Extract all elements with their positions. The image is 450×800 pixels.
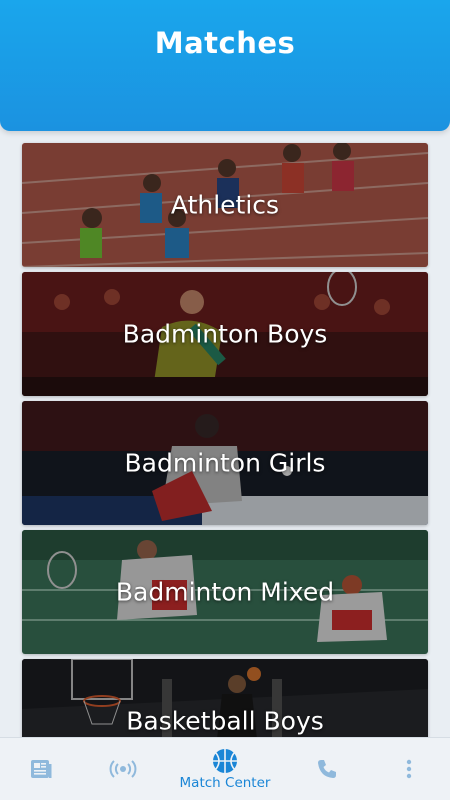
page-title: Matches <box>154 26 296 60</box>
news-icon <box>30 759 52 779</box>
sport-card-label: Basketball Boys <box>126 706 324 736</box>
nav-item-contact[interactable] <box>304 738 350 800</box>
bottom-navigation: Match Center <box>0 737 450 800</box>
phone-icon <box>316 758 338 780</box>
sport-list: Athletics Badminton Boys Badminton Girls… <box>22 143 428 788</box>
sport-card-badminton-mixed[interactable]: Badminton Mixed <box>22 530 428 654</box>
sport-card-badminton-girls[interactable]: Badminton Girls <box>22 401 428 525</box>
sport-card-label: Athletics <box>170 190 280 220</box>
nav-item-live[interactable] <box>100 738 146 800</box>
sport-card-label: Badminton Mixed <box>115 577 335 607</box>
more-vertical-icon <box>406 759 412 779</box>
nav-item-match-center[interactable]: Match Center <box>165 738 285 800</box>
sport-card-label: Badminton Girls <box>124 448 326 478</box>
live-broadcast-icon <box>109 758 137 780</box>
sport-card-label: Badminton Boys <box>122 319 328 349</box>
nav-item-news[interactable] <box>18 738 64 800</box>
nav-label-match-center: Match Center <box>179 774 271 791</box>
app-header: Matches <box>0 0 450 131</box>
sport-card-athletics[interactable]: Athletics <box>22 143 428 267</box>
nav-item-more[interactable] <box>386 738 432 800</box>
sport-card-badminton-boys[interactable]: Badminton Boys <box>22 272 428 396</box>
basketball-icon <box>212 748 238 774</box>
